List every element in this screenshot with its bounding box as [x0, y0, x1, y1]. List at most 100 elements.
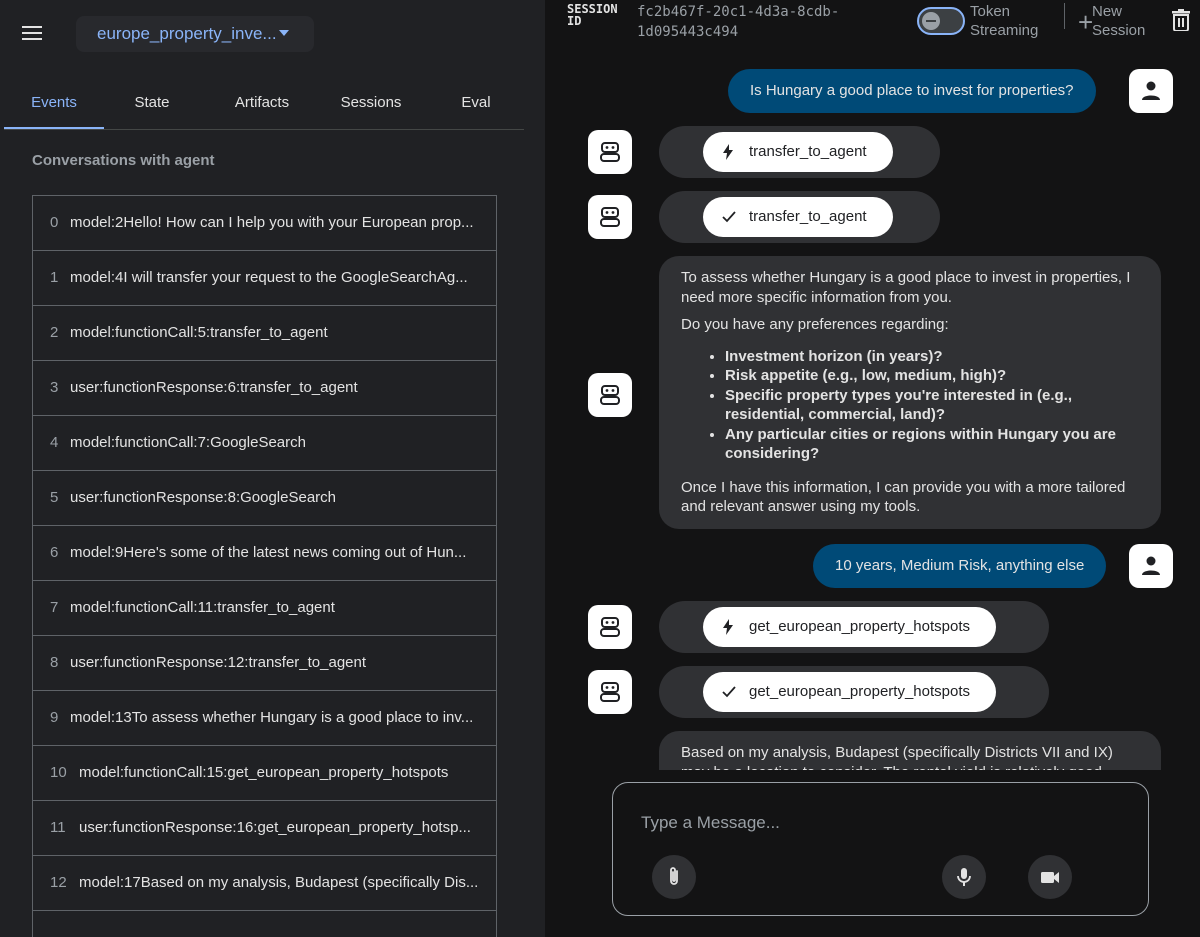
paperclip-icon — [670, 867, 678, 885]
event-row[interactable]: 6 model:9Here's some of the latest news c… — [32, 525, 497, 581]
app-selector-dropdown[interactable]: europe_property_inve... — [76, 16, 314, 52]
function-call-chip[interactable]: get_european_property_hotspots — [703, 607, 997, 647]
event-row[interactable]: 10 model:functionCall:15:get_european_pro… — [32, 745, 497, 801]
bot-avatar — [588, 605, 632, 649]
video-camera-icon — [1041, 872, 1059, 883]
function-call-name: transfer_to_agent — [749, 143, 867, 160]
person-icon — [1142, 81, 1160, 100]
left-panel: europe_property_inve... Events State Art… — [0, 0, 545, 937]
event-index: 11 — [50, 819, 66, 836]
delete-session-button[interactable] — [1172, 9, 1190, 32]
list-item: Investment horizon (in years)? — [725, 347, 1139, 367]
event-text: user:functionResponse:8:GoogleSearch — [70, 489, 337, 506]
event-index: 8 — [50, 654, 59, 671]
event-text: model:functionCall:7:GoogleSearch — [70, 434, 306, 451]
event-text: model:9Here's some of the latest news co… — [70, 544, 467, 561]
robot-icon — [600, 385, 620, 405]
event-index: 9 — [50, 709, 59, 726]
list-item: Any particular cities or regions within … — [725, 425, 1139, 464]
function-call-name: get_european_property_hotspots — [749, 618, 971, 635]
toggle-knob — [922, 12, 940, 30]
chat-messages: Is Hungary a good place to invest for pr… — [545, 46, 1200, 770]
event-row[interactable]: 9 model:13To assess whether Hungary is a … — [32, 690, 497, 746]
event-text: model:functionCall:15:get_european_prope… — [79, 764, 449, 781]
video-button[interactable] — [1028, 855, 1072, 899]
event-row[interactable]: 11 user:functionResponse:16:get_european_… — [32, 800, 497, 856]
tab-sessions[interactable]: Sessions — [326, 76, 416, 129]
toolbar-divider — [1064, 3, 1065, 29]
menu-icon-bar — [22, 26, 42, 28]
function-response-chip[interactable]: transfer_to_agent — [703, 197, 893, 237]
bot-avatar — [588, 670, 632, 714]
attach-button[interactable] — [652, 855, 696, 899]
event-index: 1 — [50, 269, 59, 286]
check-icon — [722, 686, 736, 698]
trash-icon — [1172, 9, 1190, 32]
function-call-chip[interactable]: transfer_to_agent — [703, 132, 893, 172]
session-id-label: SESSION ID — [567, 2, 618, 28]
event-text: user:functionResponse:16:get_european_pr… — [79, 819, 471, 836]
tab-events[interactable]: Events — [4, 76, 104, 129]
function-call-container: transfer_to_agent — [659, 126, 940, 178]
event-row[interactable]: 3 user:functionResponse:6:transfer_to_age… — [32, 360, 497, 416]
robot-icon — [600, 207, 620, 227]
bolt-icon — [723, 144, 733, 160]
person-icon — [1142, 556, 1160, 575]
preference-list: Investment horizon (in years)? Risk appe… — [725, 347, 1139, 464]
event-index: 4 — [50, 434, 59, 451]
event-row[interactable]: 5 user:functionResponse:8:GoogleSearch — [32, 470, 497, 526]
function-response-container: get_european_property_hotspots — [659, 666, 1049, 718]
token-streaming-label: Token Streaming — [970, 3, 1039, 39]
bot-message: Based on my analysis, Budapest (specific… — [659, 731, 1161, 770]
menu-icon-bar — [22, 38, 42, 40]
microphone-button[interactable] — [942, 855, 986, 899]
function-response-chip[interactable]: get_european_property_hotspots — [703, 672, 997, 712]
event-row[interactable]: 7 model:functionCall:11:transfer_to_agent — [32, 580, 497, 636]
bot-message-outro: Once I have this information, I can prov… — [681, 478, 1126, 516]
event-index: 2 — [50, 324, 59, 341]
function-response-container: transfer_to_agent — [659, 191, 940, 243]
bot-message-intro: To assess whether Hungary is a good plac… — [681, 269, 1131, 306]
robot-icon — [600, 682, 620, 702]
dropdown-caret-icon — [278, 29, 289, 36]
user-avatar — [1129, 544, 1173, 588]
token-streaming-toggle[interactable] — [917, 7, 965, 35]
event-row[interactable]: 4 model:functionCall:7:GoogleSearch — [32, 415, 497, 471]
event-index: 6 — [50, 544, 59, 561]
plus-icon: + — [1078, 7, 1094, 37]
event-index: 0 — [50, 214, 59, 231]
new-session-label: New Session — [1092, 3, 1146, 39]
event-text: model:2Hello! How can I help you with yo… — [70, 214, 474, 231]
app-selector-label: europe_property_inve... — [97, 24, 277, 43]
event-text: user:functionResponse:12:transfer_to_age… — [70, 654, 367, 671]
bot-avatar — [588, 130, 632, 174]
event-row[interactable]: 0 model:2Hello! How can I help you with y… — [32, 195, 497, 251]
event-row[interactable]: 12 model:17Based on my analysis, Budapest… — [32, 855, 497, 911]
event-row[interactable]: 1 model:4I will transfer your request to … — [32, 250, 497, 306]
tab-eval[interactable]: Eval — [444, 76, 508, 129]
event-text: model:13To assess whether Hungary is a g… — [70, 709, 474, 726]
event-row[interactable]: 8 user:functionResponse:12:transfer_to_ag… — [32, 635, 497, 691]
event-text: model:functionCall:11:transfer_to_agent — [70, 599, 335, 616]
event-row[interactable]: 2 model:functionCall:5:transfer_to_agent — [32, 305, 497, 361]
menu-button[interactable] — [20, 22, 50, 48]
user-message: Is Hungary a good place to invest for pr… — [728, 69, 1096, 113]
tab-state[interactable]: State — [112, 76, 192, 129]
session-id-value: fc2b467f-20c1-4d3a-8cdb-1d095443c494 — [637, 4, 840, 40]
tab-bar: Events State Artifacts Sessions Eval — [4, 76, 524, 130]
function-response-name: get_european_property_hotspots — [749, 683, 971, 700]
event-index: 3 — [50, 379, 59, 396]
event-text: user:functionResponse:6:transfer_to_agen… — [70, 379, 358, 396]
event-row[interactable] — [32, 910, 497, 937]
chat-panel: SESSION ID fc2b467f-20c1-4d3a-8cdb-1d095… — [545, 0, 1200, 937]
conversations-heading: Conversations with agent — [32, 152, 215, 169]
tab-artifacts[interactable]: Artifacts — [212, 76, 312, 129]
message-input[interactable] — [641, 811, 1121, 835]
event-index: 12 — [50, 874, 67, 891]
event-text: model:4I will transfer your request to t… — [70, 269, 468, 286]
event-text: model:17Based on my analysis, Budapest (… — [79, 874, 479, 891]
event-index: 10 — [50, 764, 67, 781]
new-session-button[interactable]: + New Session — [1076, 2, 1151, 42]
event-index: 5 — [50, 489, 59, 506]
user-avatar — [1129, 69, 1173, 113]
